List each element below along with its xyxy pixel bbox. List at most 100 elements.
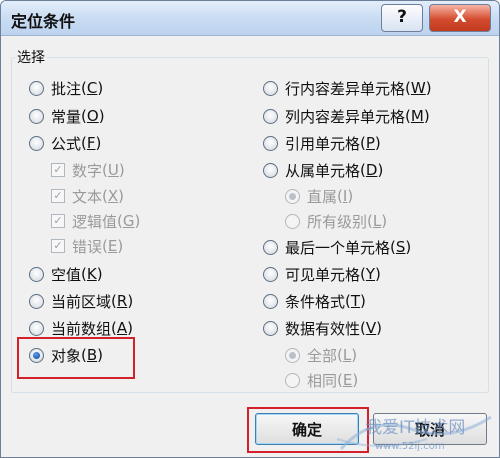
close-icon: X xyxy=(453,7,467,27)
option-accelerator: (I) xyxy=(337,187,354,205)
option-row[interactable]: 空值 (K) xyxy=(29,263,103,285)
option-label: 数据有效性 xyxy=(285,319,361,338)
option-label: 列内容差异单元格 xyxy=(285,107,406,126)
option-accelerator: (D) xyxy=(360,161,384,179)
option-row[interactable]: 从属单元格 (D) xyxy=(263,159,383,181)
option-row[interactable]: 当前数组 (A) xyxy=(29,317,133,339)
option-row: 直属 (I) xyxy=(285,185,353,207)
accelerator-key: G xyxy=(122,212,135,230)
option-label: 文本 xyxy=(72,187,103,206)
option-row: 所有级别 (L) xyxy=(285,210,387,232)
option-label: 相同 xyxy=(307,371,338,390)
checkbox-icon: ✓ xyxy=(51,189,65,203)
option-row[interactable]: 数据有效性 (V) xyxy=(263,317,382,339)
option-label: 错误 xyxy=(72,237,103,256)
option-accelerator: (K) xyxy=(81,265,103,283)
radio-icon[interactable] xyxy=(263,320,278,336)
option-accelerator: (A) xyxy=(111,319,133,337)
option-row: ✓ 数字 (U) xyxy=(51,159,125,181)
option-accelerator: (L) xyxy=(337,346,358,364)
option-accelerator: (W) xyxy=(405,79,432,97)
option-row[interactable]: 最后一个单元格 (S) xyxy=(263,236,411,258)
checkbox-icon: ✓ xyxy=(51,239,65,253)
highlight-ok-button xyxy=(247,407,369,453)
close-button[interactable]: X xyxy=(429,4,491,32)
group-label: 选择 xyxy=(15,47,47,67)
option-row[interactable]: 当前区域 (R) xyxy=(29,290,133,312)
option-accelerator: (O) xyxy=(81,107,105,125)
option-row[interactable]: 条件格式 (T) xyxy=(263,290,366,312)
help-button[interactable]: ? xyxy=(381,4,423,32)
option-row[interactable]: 可见单元格 (Y) xyxy=(263,263,381,285)
option-row[interactable]: 公式 (F) xyxy=(29,132,101,154)
option-label: 逻辑值 xyxy=(72,212,118,231)
help-icon: ? xyxy=(397,7,407,27)
option-row[interactable]: 常量 (O) xyxy=(29,105,105,127)
accelerator-key: U xyxy=(107,161,119,179)
option-row: ✓ 错误 (E) xyxy=(51,235,123,257)
accelerator-key: D xyxy=(365,161,378,179)
radio-icon[interactable] xyxy=(263,135,278,151)
radio-icon xyxy=(285,372,300,388)
option-row[interactable]: 批注 (C) xyxy=(29,77,103,99)
radio-icon[interactable] xyxy=(29,293,44,309)
option-label: 可见单元格 xyxy=(285,265,361,284)
option-accelerator: (L) xyxy=(367,212,388,230)
option-label: 批注 xyxy=(51,79,82,98)
option-row[interactable]: 行内容差异单元格 (W) xyxy=(263,77,432,99)
option-label: 直属 xyxy=(307,187,338,206)
option-row: ✓ 文本 (X) xyxy=(51,185,124,207)
radio-icon[interactable] xyxy=(29,108,44,124)
checkbox-icon: ✓ xyxy=(51,214,65,228)
option-label: 所有级别 xyxy=(307,212,368,231)
accelerator-key: L xyxy=(342,346,352,364)
radio-icon[interactable] xyxy=(29,266,44,282)
accelerator-key: L xyxy=(372,212,382,230)
accelerator-key: E xyxy=(342,371,353,389)
accelerator-key: T xyxy=(350,292,361,310)
cancel-label: 取消 xyxy=(414,420,445,439)
option-label: 常量 xyxy=(51,107,82,126)
accelerator-key: V xyxy=(365,319,377,337)
option-accelerator: (G) xyxy=(117,212,141,230)
option-accelerator: (T) xyxy=(345,292,366,310)
accelerator-key: P xyxy=(365,134,375,152)
radio-icon[interactable] xyxy=(263,108,278,124)
accelerator-key: W xyxy=(410,79,426,97)
accelerator-key: X xyxy=(107,187,119,205)
option-accelerator: (E) xyxy=(337,371,359,389)
radio-icon[interactable] xyxy=(29,320,44,336)
accelerator-key: E xyxy=(107,237,118,255)
radio-icon[interactable] xyxy=(263,239,278,255)
option-accelerator: (X) xyxy=(102,187,125,205)
radio-icon[interactable] xyxy=(29,135,44,151)
option-label: 从属单元格 xyxy=(285,161,361,180)
option-row[interactable]: 引用单元格 (P) xyxy=(263,132,381,154)
option-label: 全部 xyxy=(307,346,338,365)
option-label: 空值 xyxy=(51,265,82,284)
window-title: 定位条件 xyxy=(11,12,76,31)
radio-icon[interactable] xyxy=(263,80,278,96)
option-row: ✓ 逻辑值 (G) xyxy=(51,210,140,232)
cancel-button[interactable]: 取消 xyxy=(373,413,487,445)
option-label: 条件格式 xyxy=(285,292,346,311)
option-row: 相同 (E) xyxy=(285,369,358,391)
radio-icon[interactable] xyxy=(29,80,44,96)
option-accelerator: (C) xyxy=(81,79,104,97)
option-accelerator: (E) xyxy=(102,237,124,255)
option-row[interactable]: 列内容差异单元格 (M) xyxy=(263,105,430,127)
accelerator-key: M xyxy=(410,107,424,125)
option-accelerator: (U) xyxy=(102,161,125,179)
option-label: 最后一个单元格 xyxy=(285,238,391,257)
title-bar[interactable]: 定位条件 ? X xyxy=(1,1,499,36)
radio-icon[interactable] xyxy=(263,293,278,309)
radio-icon xyxy=(285,347,300,363)
option-accelerator: (M) xyxy=(405,107,430,125)
radio-icon[interactable] xyxy=(263,162,278,178)
radio-icon[interactable] xyxy=(263,266,278,282)
dialog-window: 定位条件 ? X 选择 批注 (C) 常量 (O) 公式 (F) ✓ 数字 (U) ✓ 文本… xyxy=(0,0,500,458)
option-label: 公式 xyxy=(51,134,82,153)
option-label: 数字 xyxy=(72,161,103,180)
option-accelerator: (R) xyxy=(111,292,134,310)
option-accelerator: (Y) xyxy=(360,265,381,283)
